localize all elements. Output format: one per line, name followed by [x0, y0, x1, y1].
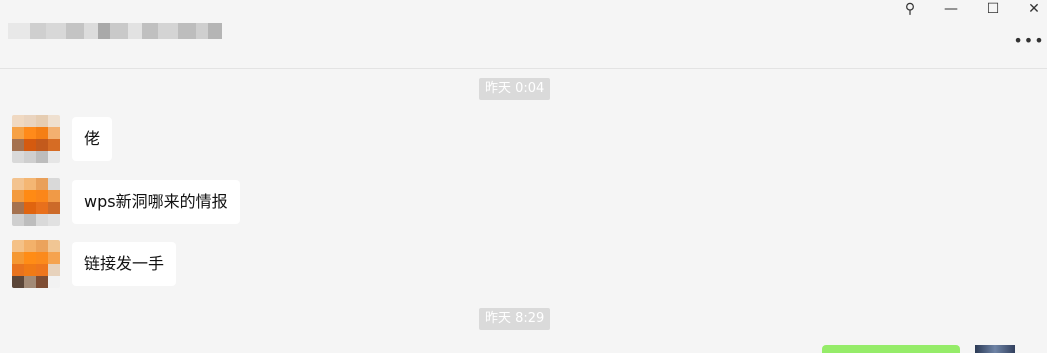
pin-icon[interactable]: ⚲	[897, 0, 923, 18]
outgoing-message-bubble[interactable]	[822, 345, 960, 353]
message-bubble[interactable]: 佬	[72, 117, 113, 161]
contact-name-redacted	[8, 14, 228, 48]
minimize-glyph: —	[944, 1, 958, 17]
timestamp: 昨天 0:04	[479, 78, 551, 100]
close-icon[interactable]: ✕	[1021, 0, 1047, 18]
more-glyph: •••	[1013, 30, 1045, 50]
avatar[interactable]	[12, 178, 60, 226]
message-row: wps新洞哪来的情报	[12, 178, 240, 226]
minimize-icon[interactable]: —	[938, 0, 964, 18]
avatar[interactable]	[12, 115, 60, 163]
maximize-glyph: ☐	[986, 1, 1000, 17]
close-glyph: ✕	[1028, 1, 1040, 17]
maximize-icon[interactable]: ☐	[980, 0, 1006, 18]
self-avatar[interactable]	[975, 345, 1015, 353]
message-bubble[interactable]: 链接发一手	[72, 242, 177, 286]
avatar[interactable]	[12, 240, 60, 288]
message-row: 链接发一手	[12, 240, 177, 288]
more-icon[interactable]: •••	[1013, 30, 1043, 50]
pin-glyph: ⚲	[904, 1, 916, 17]
message-row: 佬	[12, 115, 113, 163]
message-bubble[interactable]: wps新洞哪来的情报	[72, 180, 240, 224]
chat-header: ⚲ — ☐ ✕ •••	[0, 0, 1047, 69]
timestamp: 昨天 8:29	[479, 308, 551, 330]
